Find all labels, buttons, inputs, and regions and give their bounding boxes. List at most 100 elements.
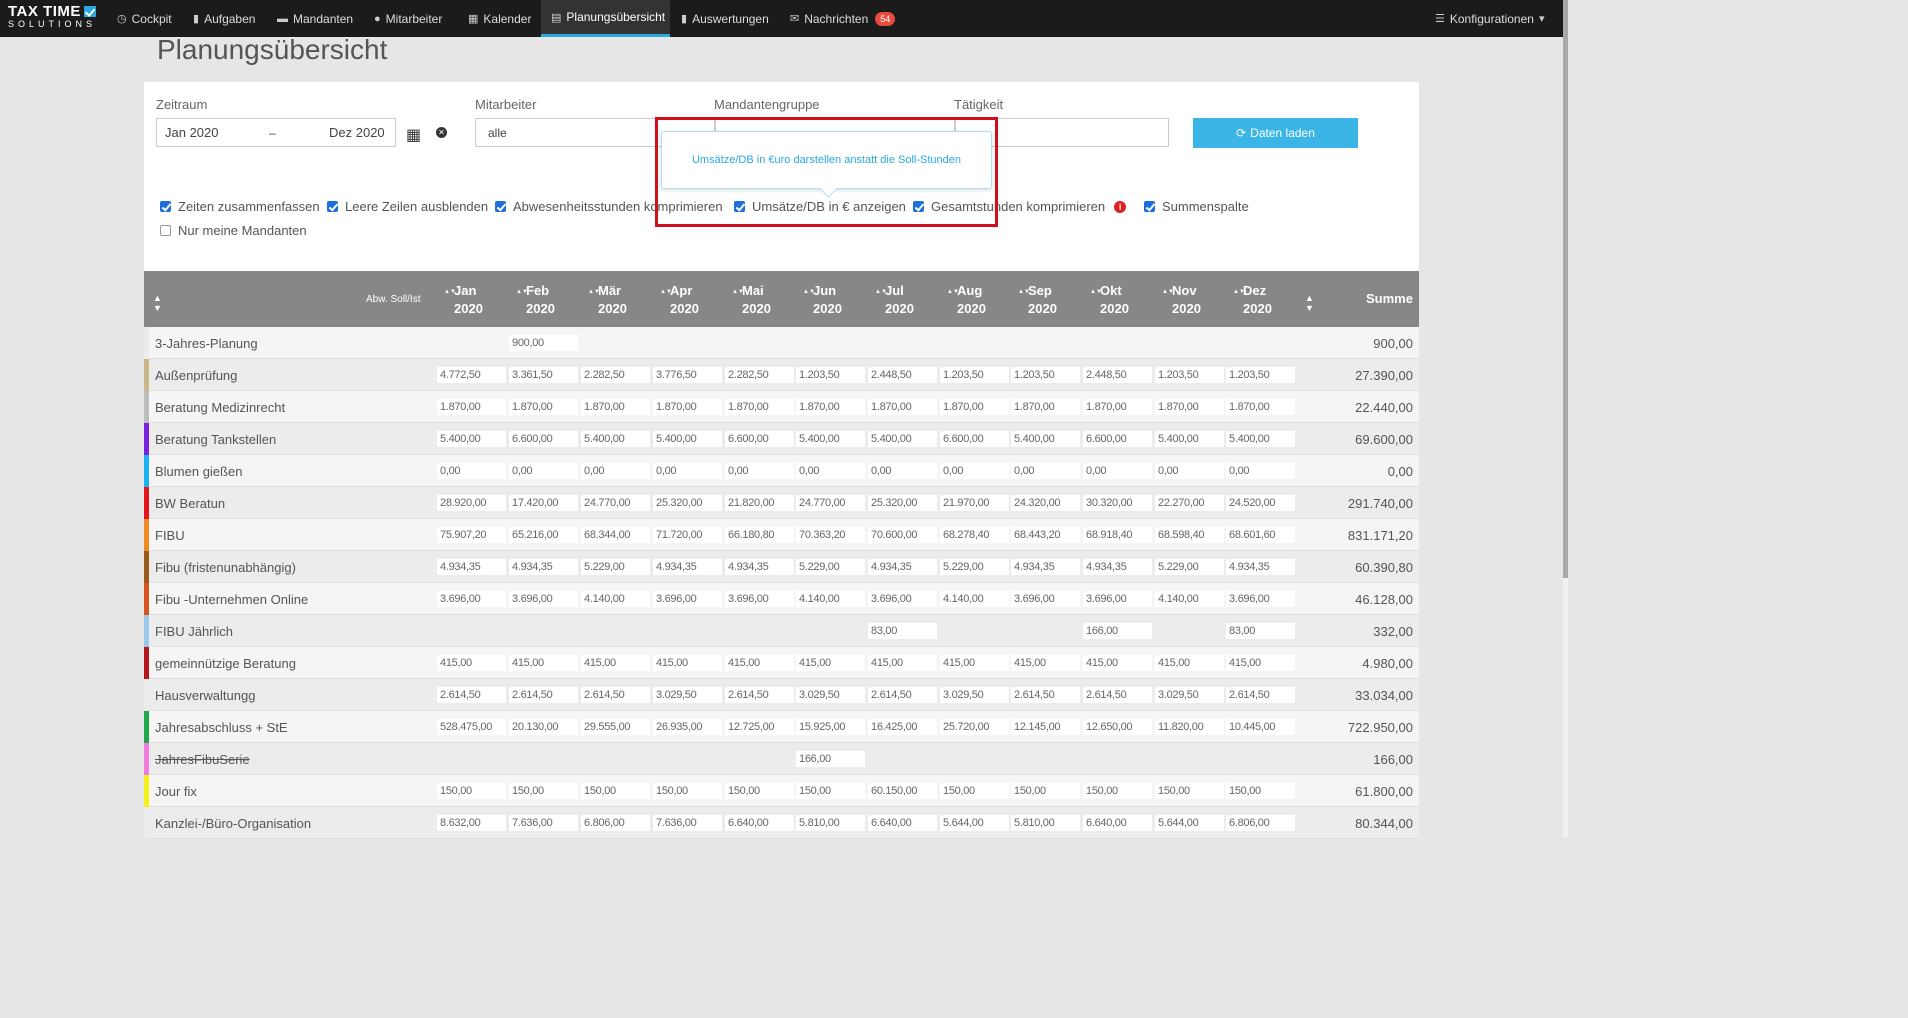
value-cell[interactable]: 5.400,00 — [1226, 431, 1295, 447]
value-cell[interactable]: 28.920,00 — [437, 495, 506, 511]
app-logo[interactable]: TAX TIME SOLUTIONS — [8, 3, 96, 29]
month-header-0[interactable]: ▲▼Jan 2020 — [444, 282, 483, 318]
sort-icon[interactable]: ▲▼ — [153, 293, 162, 313]
value-cell[interactable]: 71.720,00 — [653, 527, 722, 543]
value-cell[interactable]: 0,00 — [1155, 463, 1224, 479]
checkbox-box[interactable] — [160, 225, 171, 236]
value-cell[interactable]: 10.445,00 — [1226, 719, 1295, 735]
clear-date-icon[interactable]: ✕ — [436, 127, 447, 138]
checkbox-summenspalte[interactable]: Summenspalte — [1144, 199, 1249, 214]
value-cell[interactable]: 3.361,50 — [509, 367, 578, 383]
value-cell[interactable]: 68.344,00 — [581, 527, 650, 543]
value-cell[interactable]: 6.640,00 — [1083, 815, 1152, 831]
value-cell[interactable]: 3.696,00 — [653, 591, 722, 607]
value-cell[interactable]: 1.870,00 — [1011, 399, 1080, 415]
sort-icon[interactable]: ▲▼ — [660, 289, 672, 295]
value-cell[interactable]: 0,00 — [437, 463, 506, 479]
sort-icon[interactable]: ▲▼ — [1305, 293, 1314, 313]
value-cell[interactable]: 3.696,00 — [868, 591, 937, 607]
value-cell[interactable]: 5.229,00 — [1155, 559, 1224, 575]
nav-item-mandanten[interactable]: ▬ Mandanten — [277, 0, 353, 37]
value-cell[interactable]: 1.203,50 — [1226, 367, 1295, 383]
value-cell[interactable]: 415,00 — [796, 655, 865, 671]
value-cell[interactable]: 2.282,50 — [581, 367, 650, 383]
value-cell[interactable]: 3.029,50 — [940, 687, 1009, 703]
sort-icon[interactable]: ▲▼ — [1162, 289, 1174, 295]
value-cell[interactable]: 1.870,00 — [1226, 399, 1295, 415]
value-cell[interactable]: 16.425,00 — [868, 719, 937, 735]
value-cell[interactable]: 21.970,00 — [940, 495, 1009, 511]
sort-icon[interactable]: ▲▼ — [1233, 289, 1245, 295]
value-cell[interactable]: 0,00 — [940, 463, 1009, 479]
value-cell[interactable]: 4.772,50 — [437, 367, 506, 383]
value-cell[interactable]: 6.600,00 — [1083, 431, 1152, 447]
value-cell[interactable]: 24.320,00 — [1011, 495, 1080, 511]
value-cell[interactable]: 25.320,00 — [653, 495, 722, 511]
value-cell[interactable]: 2.614,50 — [1011, 687, 1080, 703]
value-cell[interactable]: 415,00 — [509, 655, 578, 671]
value-cell[interactable]: 150,00 — [581, 783, 650, 799]
month-header-5[interactable]: ▲▼Jun 2020 — [803, 282, 842, 318]
value-cell[interactable]: 83,00 — [1226, 623, 1295, 639]
config-menu[interactable]: ☰ Konfigurationen ▾ — [1435, 0, 1544, 37]
value-cell[interactable]: 0,00 — [796, 463, 865, 479]
value-cell[interactable]: 22.270,00 — [1155, 495, 1224, 511]
value-cell[interactable]: 11.820,00 — [1155, 719, 1224, 735]
value-cell[interactable]: 5.400,00 — [437, 431, 506, 447]
value-cell[interactable]: 415,00 — [1155, 655, 1224, 671]
sort-icon[interactable]: ▲▼ — [1018, 289, 1030, 295]
value-cell[interactable]: 1.203,50 — [1155, 367, 1224, 383]
value-cell[interactable]: 3.696,00 — [437, 591, 506, 607]
value-cell[interactable]: 415,00 — [1083, 655, 1152, 671]
value-cell[interactable]: 1.870,00 — [581, 399, 650, 415]
value-cell[interactable]: 2.448,50 — [868, 367, 937, 383]
nav-item-kalender[interactable]: ▦ Kalender — [468, 0, 531, 37]
month-header-4[interactable]: ▲▼Mai 2020 — [732, 282, 771, 318]
nav-item-cockpit[interactable]: ◷ Cockpit — [117, 0, 172, 37]
value-cell[interactable]: 2.614,50 — [868, 687, 937, 703]
nav-item-planungsübersicht[interactable]: ▤ Planungsübersicht — [541, 0, 670, 37]
value-cell[interactable]: 6.640,00 — [868, 815, 937, 831]
value-cell[interactable]: 5.810,00 — [1011, 815, 1080, 831]
value-cell[interactable]: 12.145,00 — [1011, 719, 1080, 735]
value-cell[interactable]: 5.229,00 — [796, 559, 865, 575]
month-header-1[interactable]: ▲▼Feb 2020 — [516, 282, 555, 318]
value-cell[interactable]: 415,00 — [940, 655, 1009, 671]
value-cell[interactable]: 25.720,00 — [940, 719, 1009, 735]
value-cell[interactable]: 26.935,00 — [653, 719, 722, 735]
value-cell[interactable]: 75.907,20 — [437, 527, 506, 543]
value-cell[interactable]: 4.140,00 — [940, 591, 1009, 607]
value-cell[interactable]: 2.614,50 — [725, 687, 794, 703]
checkbox-leere-zeilen[interactable]: Leere Zeilen ausblenden — [327, 199, 488, 214]
value-cell[interactable]: 83,00 — [868, 623, 937, 639]
value-cell[interactable]: 24.520,00 — [1226, 495, 1295, 511]
month-header-9[interactable]: ▲▼Okt 2020 — [1090, 282, 1129, 318]
value-cell[interactable]: 4.934,35 — [1011, 559, 1080, 575]
value-cell[interactable]: 150,00 — [437, 783, 506, 799]
value-cell[interactable]: 68.443,20 — [1011, 527, 1080, 543]
month-header-2[interactable]: ▲▼Mär 2020 — [588, 282, 627, 318]
value-cell[interactable]: 0,00 — [868, 463, 937, 479]
value-cell[interactable]: 4.934,35 — [1083, 559, 1152, 575]
checkbox-nur-meine-mandanten[interactable]: Nur meine Mandanten — [160, 223, 307, 238]
value-cell[interactable]: 0,00 — [581, 463, 650, 479]
nav-item-aufgaben[interactable]: ▮ Aufgaben — [193, 0, 255, 37]
zeitraum-from[interactable]: Jan 2020 — [165, 125, 219, 140]
value-cell[interactable]: 1.870,00 — [1083, 399, 1152, 415]
value-cell[interactable]: 6.806,00 — [581, 815, 650, 831]
value-cell[interactable]: 6.600,00 — [725, 431, 794, 447]
value-cell[interactable]: 5.400,00 — [653, 431, 722, 447]
month-header-11[interactable]: ▲▼Dez 2020 — [1233, 282, 1272, 318]
value-cell[interactable]: 3.696,00 — [1226, 591, 1295, 607]
value-cell[interactable]: 0,00 — [1011, 463, 1080, 479]
checkbox-box[interactable] — [495, 201, 506, 212]
value-cell[interactable]: 15.925,00 — [796, 719, 865, 735]
sort-icon[interactable]: ▲▼ — [588, 289, 600, 295]
sort-icon[interactable]: ▲▼ — [444, 289, 456, 295]
value-cell[interactable]: 5.400,00 — [1011, 431, 1080, 447]
value-cell[interactable]: 150,00 — [796, 783, 865, 799]
month-header-3[interactable]: ▲▼Apr 2020 — [660, 282, 699, 318]
value-cell[interactable]: 1.203,50 — [940, 367, 1009, 383]
checkbox-box[interactable] — [160, 201, 171, 212]
checkbox-box[interactable] — [327, 201, 338, 212]
